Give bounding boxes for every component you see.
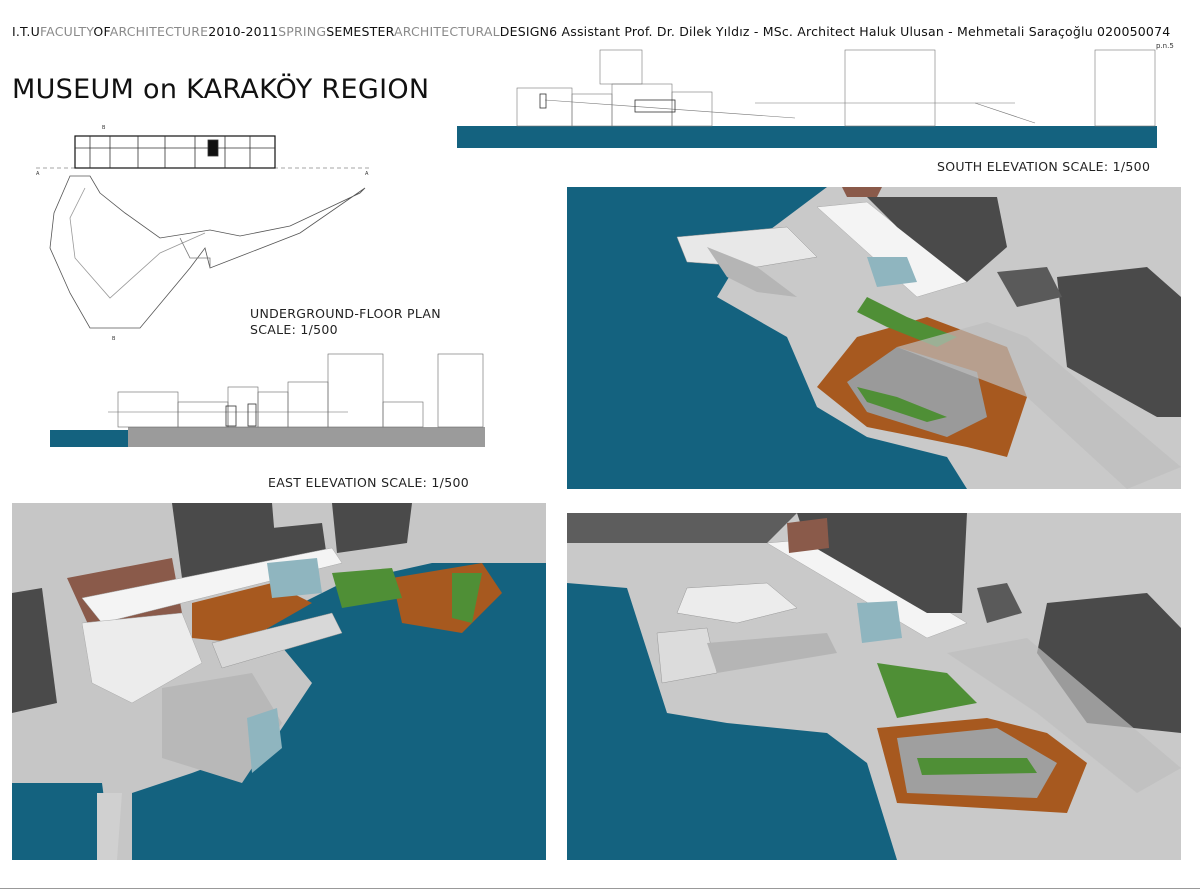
svg-text:B: B (102, 125, 106, 131)
aerial-render-view-3 (567, 513, 1181, 860)
header-seg: FACULTY (39, 24, 94, 39)
bottom-border (0, 888, 1200, 889)
header-credits: I.T.UFACULTYOFARCHITECTURE2010-2011SPRIN… (12, 24, 1170, 39)
header-seg: SEMESTER (326, 24, 394, 39)
header-seg: DESIGN (499, 24, 550, 39)
south-elevation-label: SOUTH ELEVATION SCALE: 1/500 (937, 159, 1151, 174)
aerial-render-view-2 (12, 503, 546, 860)
page-title: MUSEUM on KARAKÖY REGION (12, 74, 430, 105)
svg-text:A: A (365, 171, 369, 177)
aerial-render-view-1 (567, 187, 1181, 489)
header-seg: OF (93, 24, 110, 39)
header-seg: 6 Assistant Prof. Dr. Dilek Yıldız - MSc… (549, 24, 1171, 39)
header-seg: 2010-2011 (208, 24, 279, 39)
east-elevation-drawing (50, 353, 485, 447)
east-elevation-label: EAST ELEVATION SCALE: 1/500 (268, 475, 469, 490)
svg-text:A: A (36, 171, 40, 177)
header-seg: ARCHITECTURAL (393, 24, 500, 39)
svg-text:B: B (112, 336, 116, 342)
header-seg: ARCHITECTURE (109, 24, 209, 39)
plan-label-line2: SCALE: 1/500 (250, 322, 338, 337)
header-seg: SPRING (278, 24, 327, 39)
plan-label-line1: UNDERGROUND-FLOOR PLAN (250, 306, 441, 321)
header-seg: I.T.U (12, 24, 40, 39)
south-elevation-drawing (457, 49, 1157, 148)
